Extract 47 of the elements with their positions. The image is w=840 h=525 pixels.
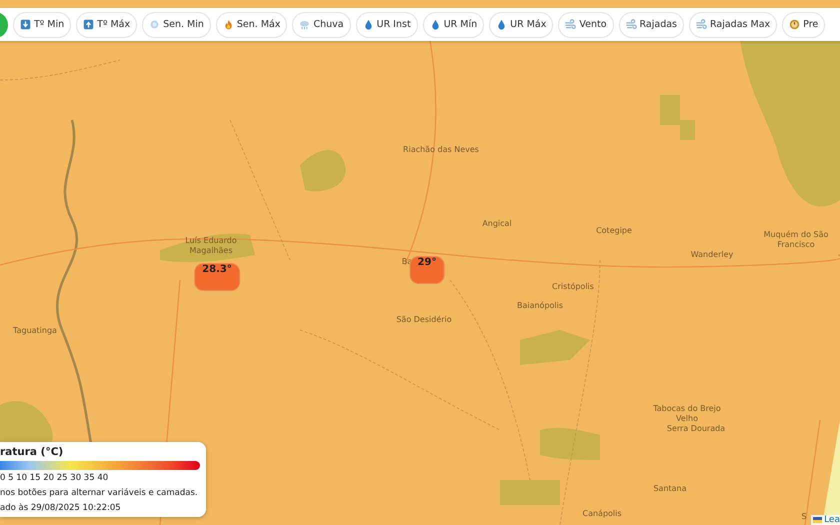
place-label: S bbox=[801, 512, 807, 522]
layer-button[interactable]: Rajadas bbox=[618, 12, 684, 38]
snowball-icon bbox=[149, 19, 160, 30]
layer-button[interactable]: Tº Máx bbox=[76, 12, 138, 38]
water-drop-icon bbox=[362, 19, 374, 30]
place-label: Wanderley bbox=[690, 250, 734, 260]
legend-hint: nos botões para alternar variáveis e camadas. bbox=[0, 487, 199, 500]
place-label: Angical bbox=[482, 219, 512, 229]
wind-icon bbox=[565, 19, 576, 30]
place-label: Muquém do São Francisco bbox=[762, 230, 830, 250]
wind-icon bbox=[626, 19, 637, 30]
update-time: ado às 29/08/2025 10:22:05 bbox=[0, 502, 122, 515]
water-drop-icon bbox=[496, 19, 508, 30]
layer-button[interactable]: Vento bbox=[558, 12, 614, 38]
layer-button[interactable]: Tº Min bbox=[13, 12, 72, 38]
place-label: São Desidério bbox=[396, 315, 452, 325]
place-label: Serra Dourada bbox=[666, 424, 726, 434]
fire-icon bbox=[222, 19, 234, 30]
layer-button[interactable]: UR Máx bbox=[489, 12, 554, 38]
place-label: Santana bbox=[653, 484, 687, 494]
place-label: Cristópolis bbox=[552, 282, 594, 292]
place-label: Taguatinga bbox=[13, 326, 57, 336]
cloud-rain-icon bbox=[299, 19, 310, 30]
layer-button[interactable]: UR Inst bbox=[356, 12, 418, 38]
place-label: Baianópolis bbox=[516, 301, 564, 311]
layer-button[interactable]: Chuva bbox=[292, 12, 351, 38]
place-label: Cotegipe bbox=[596, 226, 632, 236]
layer-button[interactable]: Pre bbox=[782, 12, 826, 38]
down-arrow-icon bbox=[20, 19, 31, 30]
place-label: Luís Eduardo Magalhães bbox=[184, 236, 238, 256]
place-label: Riachão das Neves bbox=[402, 145, 480, 155]
place-label: Canápolis bbox=[582, 509, 622, 519]
up-arrow-icon bbox=[83, 19, 94, 30]
temperature-marker[interactable]: 29° bbox=[410, 257, 444, 283]
flag-icon bbox=[813, 517, 822, 523]
scale-labels: 0 5 10 15 20 25 30 35 40 bbox=[0, 472, 110, 485]
legend-title: ratura (°C) bbox=[0, 446, 64, 459]
layer-button[interactable]: Sen. Máx bbox=[216, 12, 288, 38]
gauge-icon bbox=[789, 19, 800, 30]
water-drop-icon bbox=[430, 19, 441, 30]
wind-icon bbox=[696, 19, 707, 30]
layer-button[interactable]: UR Mín bbox=[422, 12, 484, 38]
place-label: Tabocas do Brejo Velho bbox=[652, 404, 722, 424]
layer-button[interactable]: Rajadas Max bbox=[689, 12, 778, 38]
temperature-marker[interactable]: 28.3° bbox=[195, 264, 239, 290]
layer-button[interactable]: Sen. Min bbox=[142, 12, 211, 38]
attribution-link[interactable]: Lea bbox=[811, 515, 840, 525]
